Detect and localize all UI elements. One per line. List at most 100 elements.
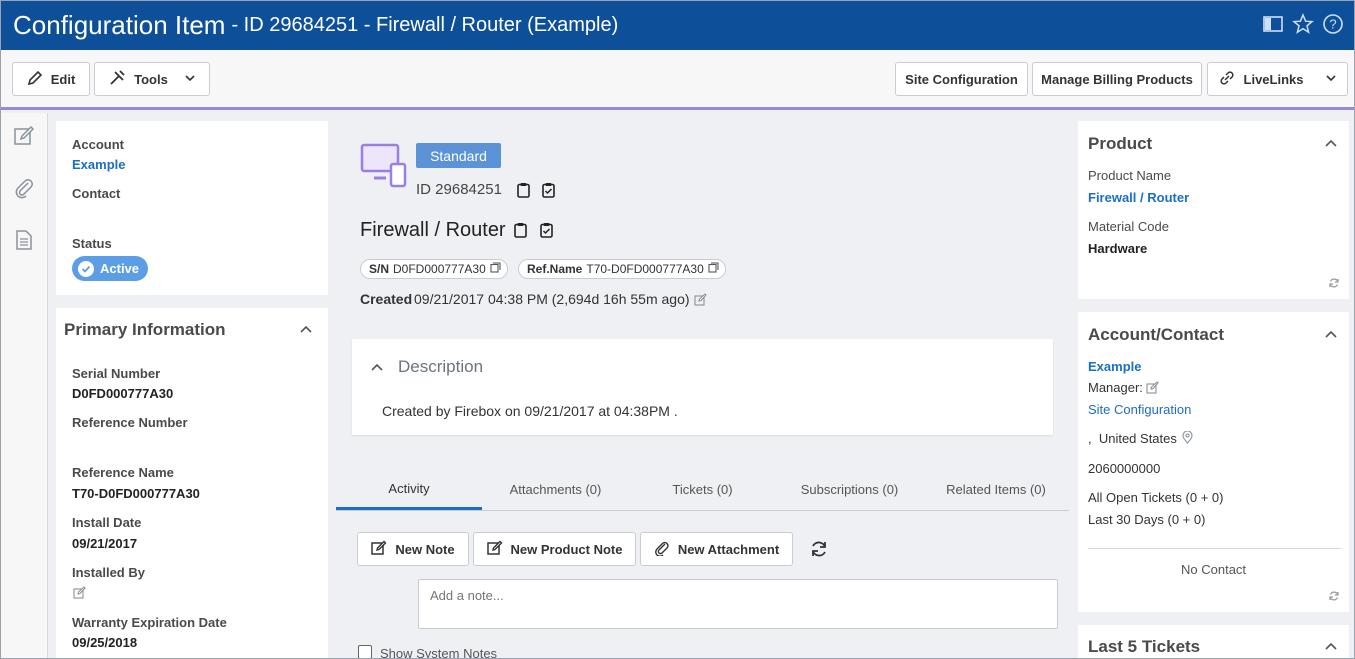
created-label: Created — [360, 291, 413, 307]
copy-icon — [708, 262, 719, 276]
tab-activity[interactable]: Activity — [336, 469, 482, 510]
clipboard-icon[interactable] — [516, 182, 531, 201]
edit-manager-icon[interactable] — [1146, 381, 1159, 397]
manage-billing-products-button[interactable]: Manage Billing Products — [1032, 62, 1202, 96]
contact-label: Contact — [72, 186, 121, 201]
new-product-note-label: New Product Note — [510, 541, 623, 557]
serial-chip[interactable]: S/N D0FD000777A30 — [360, 259, 508, 279]
reference-name-value: T70-D0FD000777A30 — [72, 486, 200, 501]
manager-label: Manager: — [1088, 380, 1143, 395]
clipboard-icon[interactable] — [513, 222, 528, 241]
site-configuration-link[interactable]: Site Configuration — [1088, 402, 1191, 417]
created-value: 09/21/2017 04:38 PM (2,694d 16h 55m ago) — [414, 291, 690, 307]
svg-text:?: ? — [1329, 17, 1336, 32]
divider — [1088, 548, 1341, 549]
last-30-days-text: Last 30 Days (0 + 0) — [1088, 512, 1206, 527]
country-text: , United States — [1088, 431, 1177, 446]
refresh-icon[interactable] — [1328, 277, 1340, 292]
warranty-expiration-label: Warranty Expiration Date — [72, 615, 227, 630]
paperclip-icon[interactable] — [13, 177, 35, 199]
help-icon[interactable]: ? — [1322, 13, 1344, 35]
open-tickets-text: All Open Tickets (0 + 0) — [1088, 490, 1224, 505]
panel-toggle-icon[interactable] — [1262, 13, 1284, 35]
primary-information-title: Primary Information — [64, 320, 226, 339]
serial-chip-value: D0FD000777A30 — [393, 262, 486, 276]
pencil-icon — [27, 70, 43, 89]
reference-name-label: Reference Name — [72, 465, 174, 480]
clipboard-check-icon[interactable] — [539, 222, 554, 241]
paperclip-icon — [654, 540, 670, 559]
item-name: Firewall / Router — [360, 219, 506, 241]
tab-subscriptions[interactable]: Subscriptions (0) — [776, 469, 923, 510]
clipboard-check-icon[interactable] — [541, 182, 556, 201]
description-card — [352, 339, 1053, 435]
show-system-notes-label: Show System Notes — [380, 646, 498, 659]
product-name-link[interactable]: Firewall / Router — [1088, 190, 1189, 205]
install-date-label: Install Date — [72, 515, 142, 530]
site-configuration-label: Site Configuration — [905, 71, 1018, 87]
primary-information-card — [56, 308, 328, 658]
tab-attachments[interactable]: Attachments (0) — [482, 469, 629, 510]
installed-by-label: Installed By — [72, 565, 145, 580]
new-note-button[interactable]: New Note — [357, 532, 469, 566]
refname-chip-value: T70-D0FD000777A30 — [586, 262, 704, 276]
edit-note-icon[interactable] — [13, 125, 35, 147]
no-contact-text: No Contact — [1181, 562, 1247, 577]
edit-note-icon — [486, 540, 503, 559]
map-pin-icon[interactable] — [1182, 430, 1193, 447]
chevron-up-icon[interactable] — [1324, 327, 1338, 341]
chevron-up-icon[interactable] — [1324, 136, 1338, 150]
chevron-up-icon[interactable] — [299, 322, 313, 336]
serial-number-label: Serial Number — [72, 366, 161, 381]
link-icon — [1218, 69, 1236, 90]
new-attachment-button[interactable]: New Attachment — [640, 532, 793, 566]
left-rail — [1, 113, 48, 658]
tab-tickets[interactable]: Tickets (0) — [629, 469, 776, 510]
livelinks-button[interactable]: LiveLinks — [1207, 62, 1348, 96]
devices-icon — [360, 142, 408, 193]
material-code-value: Hardware — [1088, 241, 1148, 256]
serial-chip-label: S/N — [369, 262, 390, 276]
account-contact-account-link[interactable]: Example — [1088, 359, 1141, 374]
chevron-up-icon[interactable] — [370, 360, 384, 374]
toolbar: Edit Tools Site Configuration Manage Bil… — [1, 50, 1354, 110]
tools-icon — [108, 69, 126, 90]
refresh-icon[interactable] — [809, 539, 829, 562]
note-input[interactable] — [418, 579, 1058, 629]
title-bar: Configuration Item - ID 29684251 - Firew… — [1, 1, 1354, 50]
item-id: ID 29684251 — [416, 181, 502, 198]
status-badge[interactable]: Active — [72, 256, 148, 281]
phone-text: 2060000000 — [1088, 461, 1161, 476]
tools-button[interactable]: Tools — [94, 62, 210, 96]
edit-installed-by-icon[interactable] — [73, 586, 86, 602]
chevron-down-icon — [1325, 72, 1337, 87]
tools-label: Tools — [134, 71, 168, 87]
status-label: Status — [72, 236, 112, 251]
document-icon[interactable] — [13, 229, 35, 251]
description-text: Created by Firebox on 09/21/2017 at 04:3… — [382, 403, 678, 419]
refresh-icon[interactable] — [1328, 590, 1340, 605]
star-icon[interactable] — [1292, 13, 1314, 35]
livelinks-label: LiveLinks — [1243, 71, 1304, 87]
account-link[interactable]: Example — [72, 157, 125, 172]
new-note-label: New Note — [395, 541, 455, 557]
install-date-value: 09/21/2017 — [72, 536, 138, 551]
tab-related-items[interactable]: Related Items (0) — [923, 469, 1069, 510]
chevron-up-icon[interactable] — [1324, 639, 1338, 653]
description-title: Description — [398, 357, 484, 376]
new-product-note-button[interactable]: New Product Note — [473, 532, 636, 566]
product-name-label: Product Name — [1088, 168, 1172, 183]
refname-chip[interactable]: Ref.Name T70-D0FD000777A30 — [518, 259, 726, 279]
reference-number-label: Reference Number — [72, 415, 188, 430]
site-configuration-button[interactable]: Site Configuration — [895, 62, 1028, 96]
chevron-down-icon — [184, 72, 196, 87]
page-frame: Configuration Item - ID 29684251 - Firew… — [0, 0, 1355, 659]
refname-chip-label: Ref.Name — [527, 262, 583, 276]
edit-label: Edit — [50, 71, 76, 87]
standard-badge: Standard — [416, 143, 501, 168]
edit-created-icon[interactable] — [694, 293, 707, 309]
edit-button[interactable]: Edit — [12, 62, 90, 96]
show-system-notes-checkbox[interactable] — [358, 645, 372, 658]
tab-bar: Activity Attachments (0) Tickets (0) Sub… — [336, 469, 1069, 511]
page-subtitle: - ID 29684251 - Firewall / Router (Examp… — [231, 14, 619, 36]
